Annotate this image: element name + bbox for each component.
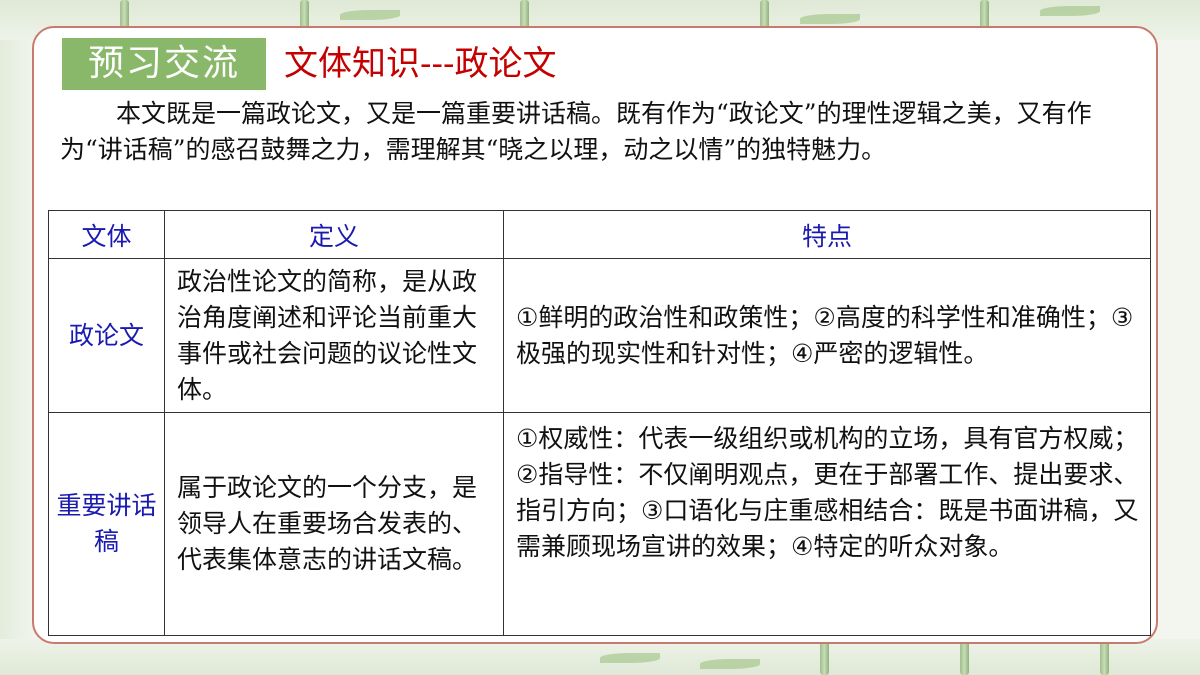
column-header-features: 特点 <box>503 210 1151 259</box>
intro-text: 本文既是一篇政论文，又是一篇重要讲话稿。既有作为“政论文”的理性逻辑之美，又有作… <box>60 99 1092 164</box>
intro-paragraph: 本文既是一篇政论文，又是一篇重要讲话稿。既有作为“政论文”的理性逻辑之美，又有作… <box>60 96 1140 168</box>
definition-cell: 政治性论文的简称，是从政治角度阐述和评论当前重大事件或社会问题的议论性文体。 <box>164 258 504 413</box>
genre-cell: 重要讲话稿 <box>48 412 165 636</box>
table-header-row: 文体 定义 特点 <box>48 210 1151 259</box>
genre-table: 文体 定义 特点 政论文 政治性论文的简称，是从政治角度阐述和评论当前重大事件或… <box>48 210 1151 636</box>
column-header-genre: 文体 <box>48 210 165 259</box>
bamboo-decoration-bottom <box>0 639 1200 675</box>
table-row: 重要讲话稿 属于政论文的一个分支，是领导人在重要场合发表的、代表集体意志的讲话文… <box>48 412 1151 636</box>
column-header-definition: 定义 <box>164 210 504 259</box>
features-cell: ①权威性：代表一级组织或机构的立场，具有官方权威；②指导性：不仅阐明观点，更在于… <box>503 412 1151 636</box>
genre-cell: 政论文 <box>48 258 165 413</box>
page-title: 文体知识---政论文 <box>284 44 557 84</box>
section-tag: 预习交流 <box>62 38 266 90</box>
definition-cell: 属于政论文的一个分支，是领导人在重要场合发表的、代表集体意志的讲话文稿。 <box>164 412 504 636</box>
features-cell: ①鲜明的政治性和政策性；②高度的科学性和准确性；③极强的现实性和针对性；④严密的… <box>503 258 1151 413</box>
table-row: 政论文 政治性论文的简称，是从政治角度阐述和评论当前重大事件或社会问题的议论性文… <box>48 258 1151 413</box>
